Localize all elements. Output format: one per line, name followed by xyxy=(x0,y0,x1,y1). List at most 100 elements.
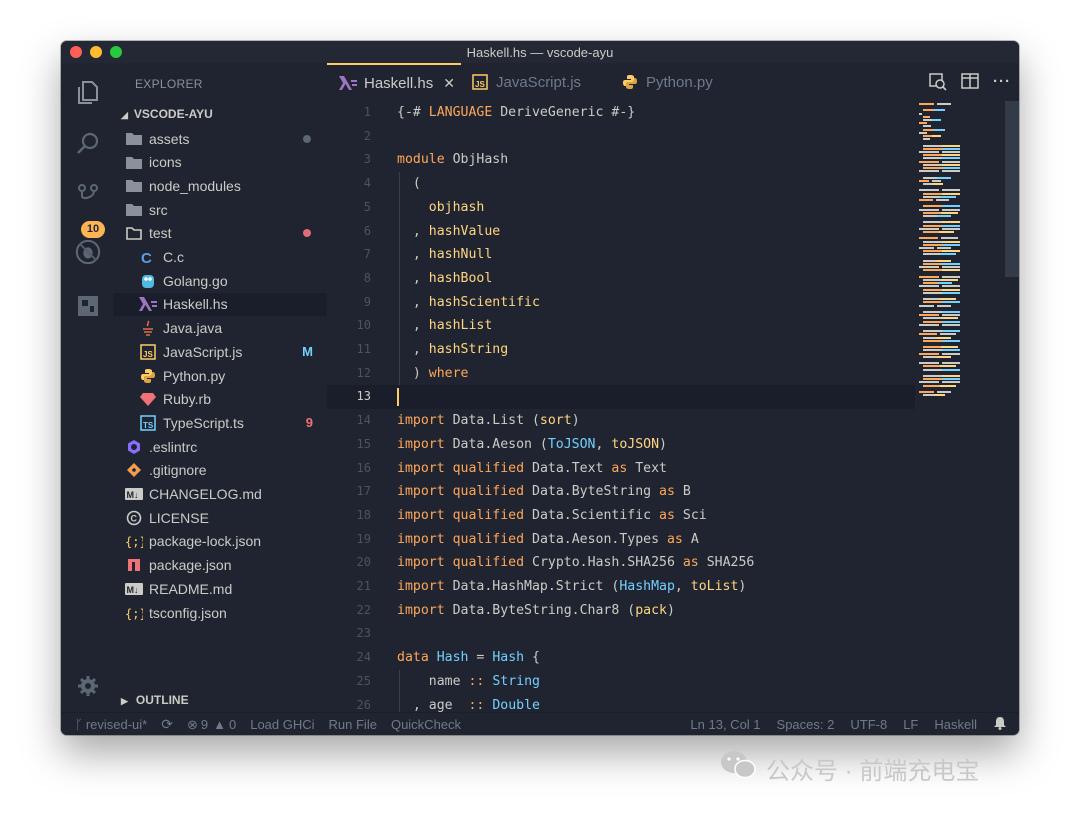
close-tab-icon[interactable]: ✕ xyxy=(443,75,455,92)
indentation[interactable]: Spaces: 2 xyxy=(777,717,835,732)
line-number: 14 xyxy=(356,413,371,428)
minimap-line xyxy=(923,291,943,294)
tree-item-label: C.c xyxy=(163,249,184,265)
file-decoration: 9 xyxy=(305,415,313,431)
outline-section-header[interactable]: ▶ OUTLINE xyxy=(121,693,189,707)
minimap-line xyxy=(942,151,960,153)
code-text: import qualified Data.ByteString as B xyxy=(397,484,691,500)
code-line: 21 import Data.HashMap.Strict (HashMap, t… xyxy=(327,575,915,599)
line-number: 9 xyxy=(363,294,371,309)
minimap-line xyxy=(937,391,951,393)
python-file-icon xyxy=(621,73,639,91)
minimap-line xyxy=(942,240,960,243)
search-icon[interactable] xyxy=(75,131,101,157)
encoding[interactable]: UTF-8 xyxy=(850,717,887,732)
code-line: 1 {-# LANGUAGE DeriveGeneric #-} xyxy=(327,101,915,125)
tree-item-node-modules[interactable]: node_modules xyxy=(113,174,327,197)
scrollbar-thumb[interactable] xyxy=(1005,101,1019,277)
tree-item-assets[interactable]: assets xyxy=(113,127,327,150)
sync-button[interactable]: ⟳ xyxy=(161,716,173,733)
problems-indicator[interactable]: ⊗ 9 ▲ 0 xyxy=(187,717,236,733)
line-number: 3 xyxy=(363,152,371,167)
minimap-line xyxy=(919,247,934,249)
code-line: 18 import qualified Data.Scientific as Sc… xyxy=(327,504,915,528)
split-editor-icon[interactable] xyxy=(961,73,979,95)
tree-item-ruby-rb[interactable]: Ruby.rb xyxy=(113,388,327,411)
language-mode[interactable]: Haskell xyxy=(934,717,977,732)
explorer-icon[interactable] xyxy=(75,79,101,105)
ruby-file-icon xyxy=(139,390,157,408)
tree-item-test[interactable]: test xyxy=(113,222,327,245)
svg-text:{;}: {;} xyxy=(125,535,143,548)
tree-item-javascript-js[interactable]: JS JavaScript.js M xyxy=(113,340,327,363)
tree-item-gitignore[interactable]: .gitignore xyxy=(113,459,327,482)
indent-guide xyxy=(399,669,400,712)
tree-item-label: src xyxy=(149,201,168,218)
tree-item-typescript-ts[interactable]: TS TypeScript.ts 9 xyxy=(113,411,327,434)
code-text: , age :: Double xyxy=(397,697,540,713)
minimap-line xyxy=(919,323,939,326)
minimap-line xyxy=(923,205,943,208)
tree-item-c-c[interactable]: C C.c xyxy=(113,246,327,269)
minimap-line xyxy=(942,266,960,269)
tree-item-tsconfig-json[interactable]: {;} tsconfig.json xyxy=(113,601,327,624)
bell-icon[interactable] xyxy=(993,716,1007,733)
code-text: name :: String xyxy=(397,673,540,689)
tree-item-java-java[interactable]: Java.java xyxy=(113,317,327,340)
run-file-button[interactable]: Run File xyxy=(329,717,377,732)
minimap-line xyxy=(923,346,942,349)
minimap-line xyxy=(919,237,938,240)
code-line: 23 xyxy=(327,622,915,646)
branch-indicator[interactable]: ᚴ revised-ui* xyxy=(75,717,147,732)
project-section-header[interactable]: ◢ VSCODE-AYU xyxy=(121,107,213,121)
minimap-line xyxy=(942,221,960,224)
tree-item-license[interactable]: C LICENSE xyxy=(113,506,327,529)
minimap-line xyxy=(919,122,927,125)
minimap-line xyxy=(923,378,943,381)
tree-item-golang-go[interactable]: Golang.go xyxy=(113,269,327,292)
tab-javascript[interactable]: JS JavaScript.js xyxy=(461,63,611,101)
code-text: module ObjHash xyxy=(397,152,509,168)
tree-item-src[interactable]: src xyxy=(113,198,327,221)
editor-scrollbar[interactable] xyxy=(1005,101,1019,712)
tree-item-changelog-md[interactable]: M↓ CHANGELOG.md xyxy=(113,483,327,506)
minimap-line xyxy=(939,231,955,233)
minimap-line xyxy=(923,263,943,265)
tab-label: Python.py xyxy=(646,73,713,91)
cursor-position[interactable]: Ln 13, Col 1 xyxy=(690,717,760,732)
source-control-icon[interactable] xyxy=(75,183,101,209)
settings-gear-icon[interactable] xyxy=(75,673,101,699)
minimap-line xyxy=(942,157,960,160)
debug-icon[interactable] xyxy=(75,239,101,265)
tree-item-eslintrc[interactable]: .eslintrc xyxy=(113,435,327,458)
code-text: data Hash = Hash { xyxy=(397,650,540,666)
minimap-line xyxy=(923,320,943,323)
branch-name: revised-ui* xyxy=(85,717,148,732)
code-line: 19 import qualified Data.Aeson.Types as A xyxy=(327,528,915,552)
end-of-line[interactable]: LF xyxy=(903,717,918,732)
extensions-icon[interactable] xyxy=(75,293,101,319)
tree-item-package-lock-json[interactable]: {;} package-lock.json xyxy=(113,530,327,553)
tab-python[interactable]: Python.py xyxy=(611,63,731,101)
quickcheck-button[interactable]: QuickCheck xyxy=(391,717,461,732)
load-ghci-button[interactable]: Load GHCi xyxy=(250,717,314,732)
tree-item-label: Golang.go xyxy=(163,272,228,289)
open-preview-icon[interactable] xyxy=(929,73,947,95)
minimap-line xyxy=(923,221,943,224)
line-number: 4 xyxy=(363,176,371,191)
watermark-text: 公众号 · 前端充电宝 xyxy=(766,758,980,785)
tree-item-icons[interactable]: icons xyxy=(113,151,327,174)
minimap[interactable] xyxy=(915,101,1005,712)
svg-text:{;}: {;} xyxy=(125,607,143,620)
tree-item-haskell-hs[interactable]: Haskell.hs xyxy=(113,292,327,316)
minimap-line xyxy=(940,333,957,336)
tree-item-python-py[interactable]: Python.py xyxy=(113,364,327,387)
minimap-line xyxy=(932,119,941,121)
npm-file-icon xyxy=(125,556,143,574)
code-editor[interactable]: 1 {-# LANGUAGE DeriveGeneric #-} 2 3 module … xyxy=(327,101,915,712)
tree-item-package-json[interactable]: package.json xyxy=(113,554,327,577)
more-actions-icon[interactable]: ··· xyxy=(993,73,1011,95)
tree-item-readme-md[interactable]: M↓ README.md xyxy=(113,577,327,600)
minimap-line xyxy=(942,208,960,211)
tab-haskell[interactable]: Haskell.hs ✕ xyxy=(327,63,461,101)
